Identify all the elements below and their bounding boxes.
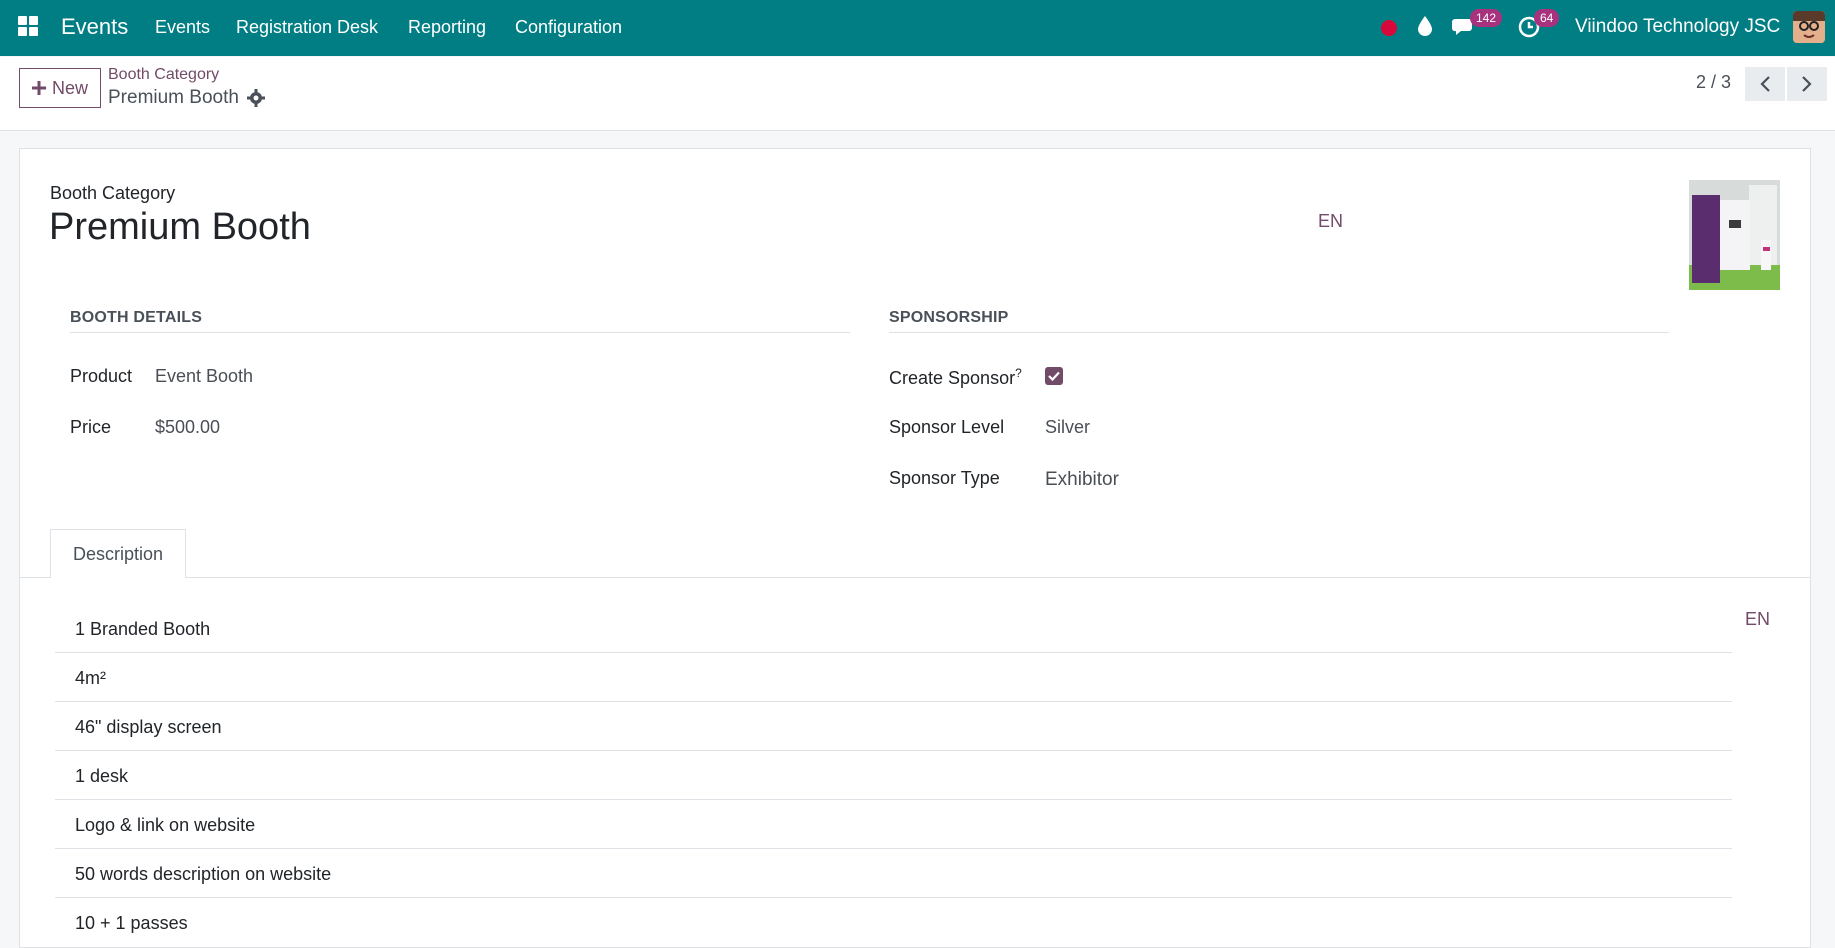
tab-strip-line (19, 577, 1811, 578)
messages-badge: 142 (1470, 9, 1503, 27)
product-field[interactable]: Event Booth (155, 366, 253, 387)
price-field[interactable]: $500.00 (155, 417, 220, 438)
new-button-label: New (51, 77, 88, 98)
plus-icon (31, 81, 46, 95)
booth-image[interactable] (1689, 180, 1780, 290)
drop-icon[interactable] (1416, 15, 1434, 42)
apps-icon[interactable] (18, 16, 38, 36)
scrollbar[interactable] (1829, 148, 1835, 848)
pager-next-button[interactable] (1787, 67, 1827, 101)
sponsor-level-label: Sponsor Level (889, 417, 1005, 437)
menu-configuration[interactable]: Configuration (515, 17, 622, 38)
help-tooltip-icon[interactable]: ? (1015, 366, 1022, 380)
list-item-text: 50 words description on website (75, 864, 332, 884)
booth-details-heading: BOOTH DETAILS (70, 309, 203, 326)
list-item[interactable]: 1 Branded Booth (55, 604, 1732, 653)
list-item-text: 4m² (75, 668, 106, 688)
list-item[interactable]: 1 desk (55, 751, 1732, 800)
avatar[interactable] (1793, 11, 1825, 43)
create-sponsor-label: Create Sponsor? (889, 366, 1022, 389)
new-button[interactable]: New (19, 68, 101, 108)
activities-badge: 64 (1534, 9, 1560, 27)
list-item[interactable]: 50 words description on website (55, 849, 1732, 898)
breadcrumb-current: Premium Booth (108, 87, 239, 108)
app-brand[interactable]: Events (61, 14, 128, 40)
list-item-text: 1 desk (75, 766, 129, 786)
create-sponsor-checkbox[interactable] (1045, 367, 1063, 385)
tab-description[interactable]: Description (50, 529, 186, 578)
list-item-text: 46" display screen (75, 717, 222, 737)
description-language-button[interactable]: EN (1745, 609, 1770, 630)
list-item-text: Logo & link on website (75, 815, 256, 835)
control-panel (0, 57, 1835, 131)
list-item[interactable]: 46" display screen (55, 702, 1732, 751)
top-navbar: Events Events Registration Desk Reportin… (0, 0, 1835, 56)
gear-icon[interactable] (247, 89, 265, 112)
product-label: Product (70, 366, 133, 386)
chevron-left-icon (1760, 76, 1770, 92)
booth-details-divider (70, 332, 850, 333)
sponsor-type-field[interactable]: Exhibitor (1045, 469, 1119, 491)
sponsor-type-label: Sponsor Type (889, 468, 1000, 488)
title-field-label: Booth Category (50, 183, 176, 203)
sponsorship-heading: SPONSORSHIP (889, 309, 1009, 326)
price-label: Price (70, 417, 112, 437)
list-item-text: 1 Branded Booth (75, 619, 211, 639)
menu-events[interactable]: Events (155, 17, 210, 38)
pager-value[interactable]: 2 / 3 (1696, 72, 1731, 93)
create-sponsor-label-text: Create Sponsor (889, 368, 1016, 388)
pager-previous-button[interactable] (1745, 67, 1785, 101)
list-item[interactable]: 10 + 1 passes (55, 898, 1732, 947)
chevron-right-icon (1802, 76, 1812, 92)
record-dot-icon[interactable] (1380, 19, 1398, 42)
sponsorship-divider (889, 332, 1669, 333)
sponsor-level-field[interactable]: Silver (1045, 417, 1090, 438)
menu-reporting[interactable]: Reporting (408, 17, 486, 38)
company-switcher[interactable]: Viindoo Technology JSC (1575, 16, 1780, 38)
breadcrumb-parent[interactable]: Booth Category (108, 66, 219, 84)
checkmark-icon (1048, 371, 1060, 381)
menu-registration-desk[interactable]: Registration Desk (236, 17, 378, 38)
page-title[interactable]: Premium Booth (49, 206, 311, 249)
list-item[interactable]: Logo & link on website (55, 800, 1732, 849)
list-item[interactable]: 4m² (55, 653, 1732, 702)
title-language-button[interactable]: EN (1318, 211, 1343, 232)
